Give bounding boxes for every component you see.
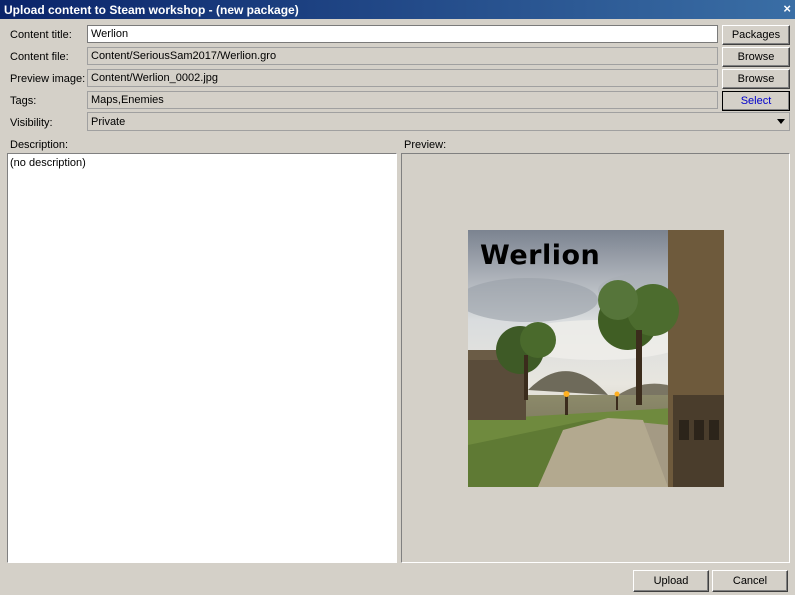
content-title-label: Content title: <box>10 29 72 41</box>
preview-image-caption: Werlion <box>480 240 601 271</box>
description-text: (no description) <box>10 157 86 169</box>
preview-image-label: Preview image: <box>10 73 86 85</box>
visibility-dropdown[interactable]: Private <box>87 112 790 131</box>
tags-field[interactable]: Maps,Enemies <box>87 91 718 109</box>
tags-label: Tags: <box>10 95 37 107</box>
cancel-button[interactable]: Cancel <box>712 570 788 592</box>
content-file-field[interactable]: Content/SeriousSam2017/Werlion.gro <box>87 47 718 65</box>
chevron-down-icon[interactable] <box>777 119 785 124</box>
browse-content-file-button[interactable]: Browse <box>722 47 790 67</box>
description-textarea[interactable]: (no description) <box>7 153 397 563</box>
window-title: Upload content to Steam workshop - (new … <box>4 3 299 17</box>
close-icon[interactable]: × <box>783 2 791 16</box>
preview-label: Preview: <box>404 139 447 151</box>
preview-panel: Werlion <box>401 153 790 563</box>
browse-preview-image-button[interactable]: Browse <box>722 69 790 89</box>
visibility-value: Private <box>91 116 126 128</box>
content-title-input[interactable] <box>87 25 718 43</box>
description-label: Description: <box>10 139 69 151</box>
visibility-label: Visibility: <box>10 117 53 129</box>
packages-button[interactable]: Packages <box>722 25 790 45</box>
content-file-label: Content file: <box>10 51 69 63</box>
title-bar: Upload content to Steam workshop - (new … <box>0 0 795 19</box>
preview-image-field[interactable]: Content/Werlion_0002.jpg <box>87 69 718 87</box>
upload-button[interactable]: Upload <box>633 570 709 592</box>
select-tags-button[interactable]: Select <box>722 91 790 111</box>
